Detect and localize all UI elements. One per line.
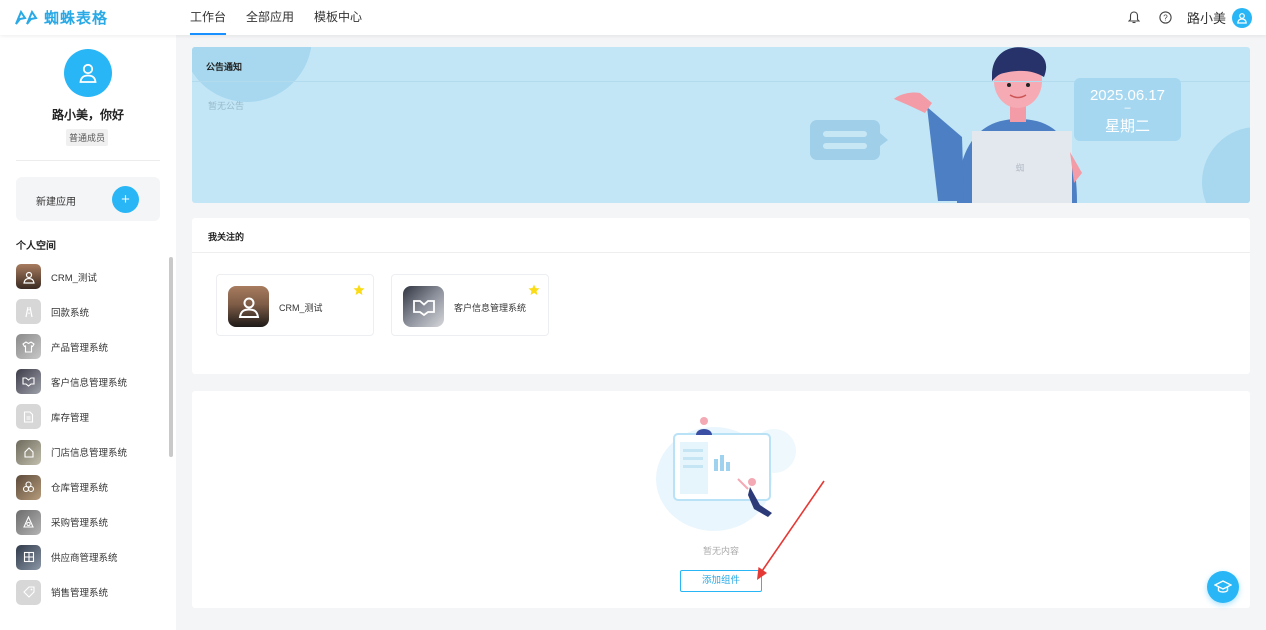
favorite-app-card[interactable]: CRM_测试	[216, 274, 374, 336]
empty-state-text: 暂无内容	[702, 546, 739, 556]
crm-app-icon	[228, 286, 269, 327]
date-panel: 2025.06.17 – 星期二	[1074, 78, 1181, 141]
sidebar-item-label: 门店信息管理系统	[51, 448, 128, 460]
sidebar-item-label: 回款系统	[51, 307, 90, 319]
sidebar-item-customer[interactable]: 客户信息管理系统	[16, 364, 166, 399]
date-separator: –	[1124, 102, 1131, 114]
sidebar-scrollbar[interactable]	[169, 257, 173, 457]
current-weekday: 星期二	[1104, 118, 1150, 135]
favorite-app-card[interactable]: 客户信息管理系统	[391, 274, 549, 336]
divider	[16, 160, 160, 161]
sidebar-item-label: 库存管理	[51, 412, 90, 424]
nav-tab-workbench[interactable]: 工作台	[190, 0, 227, 35]
document-icon	[16, 404, 41, 430]
sidebar-item-sales[interactable]: 销售管理系统	[16, 575, 166, 610]
sidebar-item-label: 供应商管理系统	[51, 553, 118, 565]
following-panel: 我关注的 CRM_测试 客户信息管理系统	[192, 218, 1250, 374]
sidebar-item-warehouse[interactable]: 仓库管理系统	[16, 470, 166, 505]
following-title: 我关注的	[208, 232, 245, 242]
warehouse-icon	[16, 474, 41, 500]
sidebar-item-label: 仓库管理系统	[51, 483, 109, 495]
logo-icon	[15, 9, 38, 25]
store-icon	[16, 439, 41, 465]
svg-text:?: ?	[1164, 13, 1169, 22]
new-app-button[interactable]: +	[112, 186, 139, 213]
grid-icon	[16, 544, 41, 570]
sidebar-item-label: 销售管理系统	[51, 588, 109, 600]
purchase-icon	[16, 509, 41, 535]
notice-banner: 蜘 公告通知 暂无公告 2025.06.17 – 星期二	[192, 47, 1250, 203]
new-app-panel[interactable]: 新建应用 +	[16, 177, 160, 221]
handshake-icon	[403, 286, 444, 327]
add-widget-button[interactable]: 添加组件	[680, 570, 762, 592]
sidebar-item-purchase[interactable]: 采购管理系统	[16, 505, 166, 540]
svg-text:蜘: 蜘	[1015, 162, 1024, 173]
nav-tab-all-apps[interactable]: 全部应用	[246, 0, 294, 35]
user-name[interactable]: 路小美	[1187, 8, 1226, 27]
favorite-app-label: 客户信息管理系统	[454, 303, 527, 313]
sidebar-item-inventory[interactable]: 库存管理	[16, 399, 166, 434]
tag-icon	[16, 579, 41, 605]
crm-app-icon	[16, 264, 41, 290]
sidebar-item-label: 产品管理系统	[51, 342, 109, 354]
main-nav: 工作台 全部应用 模板中心	[190, 0, 382, 35]
sidebar-item-product[interactable]: 产品管理系统	[16, 329, 166, 364]
new-app-label: 新建应用	[36, 197, 76, 208]
following-divider	[192, 252, 1250, 253]
sidebar-item-label: CRM_测试	[51, 272, 97, 284]
widgets-panel: 暂无内容 添加组件	[192, 391, 1250, 608]
notice-empty-text: 暂无公告	[208, 101, 245, 111]
shirt-icon	[16, 334, 41, 360]
sidebar-item-supplier[interactable]: 供应商管理系统	[16, 540, 166, 575]
role-badge: 普通成员	[66, 129, 109, 146]
user-avatar-icon[interactable]	[1232, 7, 1252, 28]
brand-name: 蜘蛛表格	[44, 10, 109, 27]
sidebar-item-crm[interactable]: CRM_测试	[16, 259, 166, 294]
app-logo[interactable]: 蜘蛛表格	[14, 7, 108, 28]
favorite-app-label: CRM_测试	[279, 303, 323, 313]
help-center-button[interactable]	[1207, 571, 1239, 603]
bell-icon[interactable]	[1127, 11, 1141, 25]
sidebar-item-label: 客户信息管理系统	[51, 377, 128, 389]
sidebar: 路小美，你好 普通成员 新建应用 + 个人空间 CRM_测试 回款系统 产品管理…	[0, 35, 176, 630]
handshake-icon	[16, 369, 41, 395]
top-right-tools: ? 路小美	[1109, 0, 1252, 35]
sidebar-item-payment[interactable]: 回款系统	[16, 294, 166, 329]
notice-title: 公告通知	[206, 62, 243, 72]
user-icon	[79, 63, 97, 83]
top-bar: 蜘蛛表格 工作台 全部应用 模板中心 ? 路小美	[0, 0, 1266, 35]
sidebar-item-label: 采购管理系统	[51, 518, 109, 530]
road-icon	[16, 299, 41, 325]
personal-space-title: 个人空间	[16, 241, 56, 252]
sidebar-item-store[interactable]: 门店信息管理系统	[16, 434, 166, 469]
star-icon[interactable]	[353, 284, 365, 296]
empty-illustration	[656, 417, 796, 531]
help-icon[interactable]: ?	[1159, 11, 1173, 25]
nav-tab-templates[interactable]: 模板中心	[314, 0, 362, 35]
graduation-cap-icon	[1214, 580, 1232, 593]
star-icon[interactable]	[528, 284, 540, 296]
profile-greeting: 路小美，你好	[51, 108, 124, 122]
app-list: CRM_测试 回款系统 产品管理系统 客户信息管理系统 库存管理 门店信息管理系…	[16, 259, 166, 610]
profile-avatar[interactable]	[64, 49, 112, 97]
